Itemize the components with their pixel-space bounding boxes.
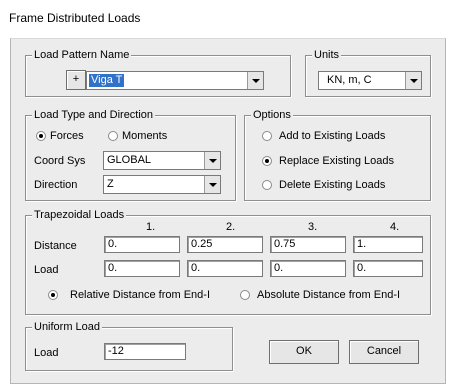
uniform-load-label: Load <box>34 347 59 359</box>
chevron-down-icon <box>252 79 260 83</box>
chevron-down-icon <box>209 183 217 187</box>
load-pattern-group: Load Pattern Name + Viga T <box>25 48 291 97</box>
load-field-1[interactable]: 0. <box>104 260 180 277</box>
coord-sys-dropdown-button[interactable] <box>204 152 220 169</box>
trapezoidal-loads-group: Trapezoidal Loads 1. 2. 3. 4. Distance 0… <box>25 208 431 315</box>
window-title: Frame Distributed Loads <box>9 11 141 25</box>
column-header-3: 3. <box>308 221 318 233</box>
load-pattern-dropdown-button[interactable] <box>247 72 263 89</box>
chevron-down-icon <box>209 159 217 163</box>
replace-existing-radio[interactable] <box>262 156 272 166</box>
load-pattern-select[interactable]: Viga T <box>86 71 264 90</box>
moments-label: Moments <box>122 130 168 142</box>
load-pattern-group-label: Load Pattern Name <box>32 48 132 62</box>
options-group: Options Add to Existing Loads Replace Ex… <box>244 108 431 201</box>
distance-field-1[interactable]: 0. <box>104 236 180 253</box>
trapezoidal-loads-group-label: Trapezoidal Loads <box>32 208 127 222</box>
absolute-distance-label: Absolute Distance from End-I <box>257 289 401 301</box>
load-pattern-value: Viga T <box>89 74 125 87</box>
column-header-2: 2. <box>226 221 236 233</box>
load-field-4[interactable]: 0. <box>353 260 423 277</box>
add-to-existing-label: Add to Existing Loads <box>279 130 386 142</box>
direction-label: Direction <box>34 179 78 191</box>
ok-button[interactable]: OK <box>269 340 339 364</box>
load-field-2[interactable]: 0. <box>187 260 263 277</box>
coord-sys-select[interactable]: GLOBAL <box>103 151 221 170</box>
replace-existing-label: Replace Existing Loads <box>279 155 394 167</box>
units-dropdown-button[interactable] <box>405 72 421 89</box>
title-bar[interactable]: Frame Distributed Loads <box>0 0 454 38</box>
load-type-group-label: Load Type and Direction <box>32 108 156 122</box>
distance-field-4[interactable]: 1. <box>353 236 423 253</box>
forces-label: Forces <box>50 130 84 142</box>
uniform-load-group: Uniform Load Load -12 <box>25 320 233 371</box>
delete-existing-radio[interactable] <box>262 180 272 190</box>
chevron-down-icon <box>410 79 418 83</box>
coord-sys-value: GLOBAL <box>107 154 152 166</box>
load-field-3[interactable]: 0. <box>270 260 346 277</box>
direction-dropdown-button[interactable] <box>204 176 220 193</box>
delete-existing-label: Delete Existing Loads <box>279 179 386 191</box>
add-load-pattern-button[interactable]: + <box>66 70 86 90</box>
direction-select[interactable]: Z <box>103 175 221 194</box>
uniform-load-field[interactable]: -12 <box>104 343 186 360</box>
relative-distance-label: Relative Distance from End-I <box>70 289 210 301</box>
uniform-load-group-label: Uniform Load <box>32 320 103 334</box>
units-select[interactable]: KN, m, C <box>318 71 422 90</box>
add-to-existing-radio[interactable] <box>262 131 272 141</box>
units-value: KN, m, C <box>327 74 372 86</box>
column-header-4: 4. <box>390 221 400 233</box>
relative-distance-radio[interactable] <box>48 290 58 300</box>
direction-value: Z <box>107 178 114 190</box>
coord-sys-label: Coord Sys <box>34 155 86 167</box>
units-group-label: Units <box>312 48 342 62</box>
cancel-button[interactable]: Cancel <box>349 340 419 364</box>
distance-label: Distance <box>34 240 77 252</box>
load-type-group: Load Type and Direction Forces Moments C… <box>25 108 236 201</box>
options-group-label: Options <box>251 108 293 122</box>
dialog-body: Load Pattern Name + Viga T Units KN, m, … <box>10 38 446 384</box>
load-label: Load <box>34 264 59 276</box>
distance-field-3[interactable]: 0.75 <box>270 236 346 253</box>
distance-field-2[interactable]: 0.25 <box>187 236 263 253</box>
column-header-1: 1. <box>146 221 156 233</box>
moments-radio[interactable] <box>108 131 118 141</box>
forces-radio[interactable] <box>36 131 46 141</box>
absolute-distance-radio[interactable] <box>240 290 250 300</box>
units-group: Units KN, m, C <box>305 48 431 97</box>
